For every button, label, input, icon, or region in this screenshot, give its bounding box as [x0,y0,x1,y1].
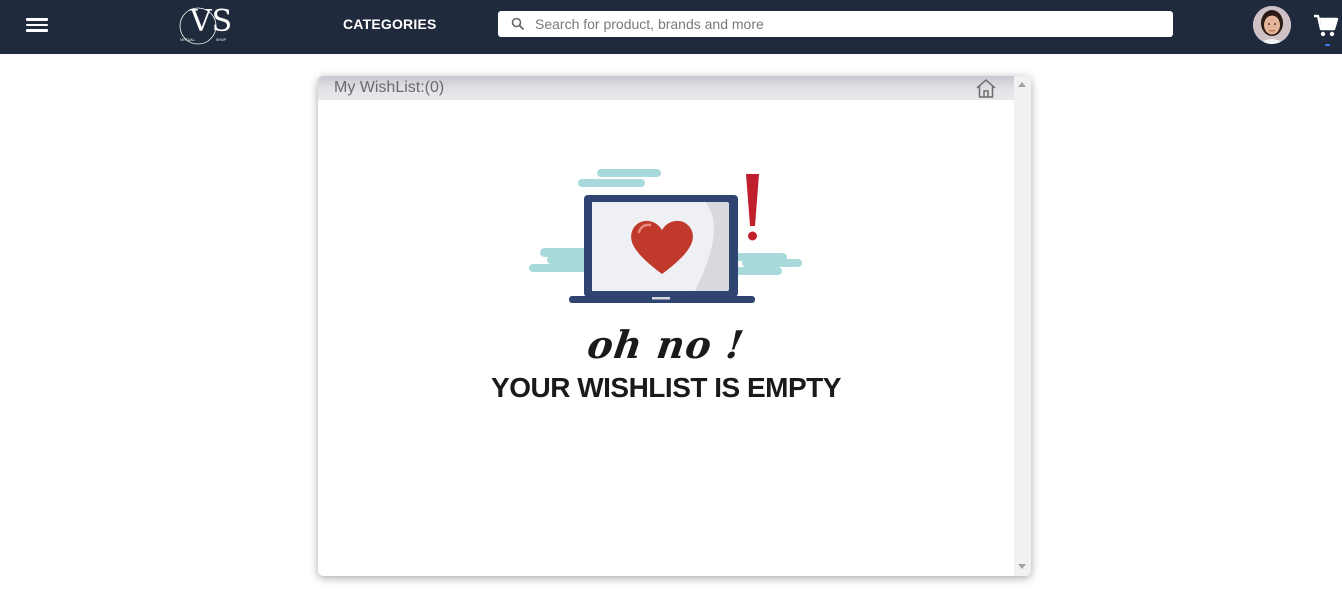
scroll-down-arrow[interactable] [1018,564,1026,569]
search-input[interactable] [535,12,1173,36]
search-bar[interactable] [498,11,1173,37]
laptop-heart-illustration [527,166,807,306]
wishlist-header: My WishList:(0) [318,76,1014,100]
cart-icon[interactable] [1313,14,1339,38]
hamburger-menu-icon[interactable] [26,15,48,37]
svg-text:VIRTUAL: VIRTUAL [180,38,195,42]
site-logo[interactable]: VS VIRTUAL SHOP [176,0,242,52]
home-icon[interactable] [975,78,997,99]
wishlist-panel: My WishList:(0) oh no ! YOUR WISHLIST IS… [318,76,1031,576]
svg-text:SHOP: SHOP [216,38,227,42]
scroll-up-arrow[interactable] [1018,82,1026,87]
wishlist-title: My WishList:(0) [334,79,445,96]
oh-no-text: oh no ! [584,322,748,367]
empty-wishlist-message: YOUR WISHLIST IS EMPTY [491,372,841,403]
search-icon [511,17,525,31]
cart-indicator [1325,44,1330,46]
top-navigation-bar: VS VIRTUAL SHOP CATEGORIES [0,0,1342,54]
user-avatar[interactable] [1253,6,1291,44]
categories-menu[interactable]: CATEGORIES [343,16,437,32]
svg-text:VS: VS [189,4,232,39]
